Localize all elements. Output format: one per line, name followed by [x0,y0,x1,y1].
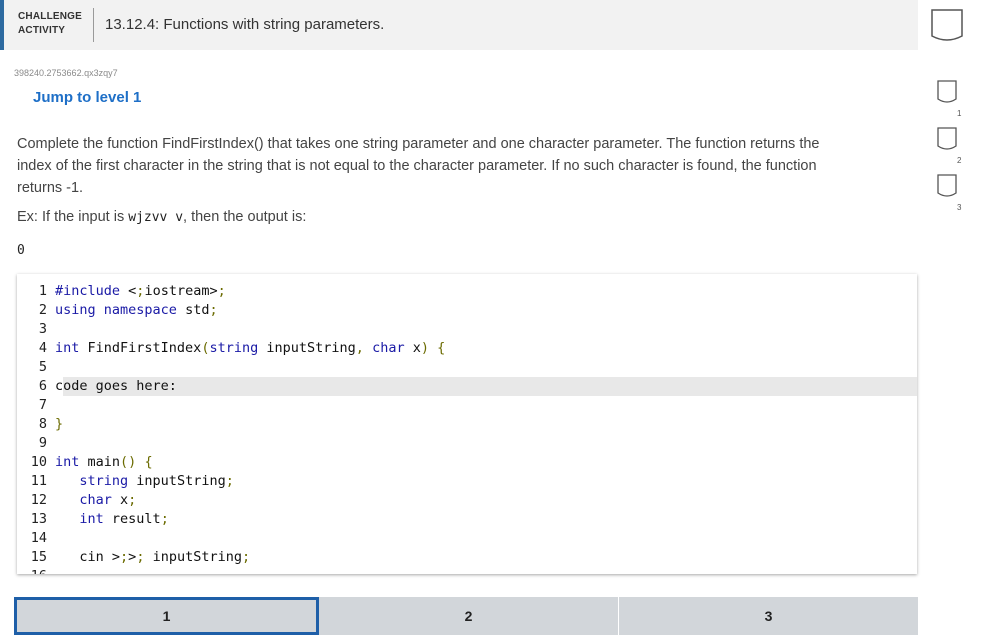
activity-type-label: CHALLENGE ACTIVITY [18,10,82,38]
code-text[interactable]: #include <;iostream>; [55,283,226,299]
side-level-1[interactable]: 1 [935,80,965,127]
code-text[interactable]: int result; [55,511,168,527]
line-number: 11 [30,473,47,489]
code-line[interactable]: 9 [17,434,917,453]
line-number: 1 [38,283,47,299]
side-level-number: 1 [957,109,962,118]
code-line[interactable]: 10 int main() { [17,453,917,472]
line-number: 6 [17,377,55,396]
level-tab-2[interactable]: 2 [319,597,619,635]
code-editor[interactable]: 1 #include <;iostream>; 2 using namespace s… [17,274,917,574]
line-number: 3 [38,321,47,337]
level-tab-1[interactable]: 1 [14,597,319,635]
code-line[interactable]: 7 [17,396,917,415]
code-line[interactable]: 13 int result; [17,510,917,529]
header-accent-bar [0,0,4,50]
side-level-2[interactable]: 2 [935,127,965,174]
activity-type-line1: CHALLENGE [18,11,83,22]
code-line[interactable]: 1 #include <;iostream>; [17,282,917,301]
level-badge-icon [937,174,957,197]
code-text[interactable]: int main() { [55,454,153,470]
side-level-number: 3 [957,203,962,212]
level-progress-bar: 123 [14,597,918,635]
code-text[interactable]: char x; [55,492,136,508]
jump-to-level-link[interactable]: Jump to level 1 [33,89,141,106]
line-number: 14 [30,530,47,546]
line-number: 13 [30,511,47,527]
code-line[interactable]: 8} [17,415,917,434]
code-line[interactable]: 12 char x; [17,491,917,510]
line-number: 10 [30,454,47,470]
level-sidebar: 1 2 3 [935,80,965,221]
line-number: 8 [38,416,47,432]
example-prefix: Ex: If the input is [17,209,129,225]
code-text[interactable]: int FindFirstIndex(string inputString, c… [55,340,445,356]
example-input: wjzvv v [128,210,184,225]
code-line[interactable]: 16 [17,567,917,574]
code-text[interactable]: cin >;>; inputString; [55,549,250,565]
line-number: 7 [38,397,47,413]
line-number: 5 [38,359,47,375]
example-output: 0 [17,243,25,258]
completion-badge-icon [931,9,963,41]
example-text: Ex: If the input is wjzvv v, then the ou… [17,209,306,225]
level-tab-3[interactable]: 3 [619,597,918,635]
code-line[interactable]: 6 code goes here: [17,377,917,396]
prompt-line-2: index of the first character in the stri… [17,158,817,174]
side-level-3[interactable]: 3 [935,174,965,221]
line-number: 4 [38,340,47,356]
code-text[interactable]: } [55,416,63,432]
code-line[interactable]: 14 [17,529,917,548]
line-number: 16 [17,567,55,574]
line-number: 9 [38,435,47,451]
example-suffix: , then the output is: [183,209,307,225]
line-number: 12 [30,492,47,508]
prompt-line-1: Complete the function FindFirstIndex() t… [17,136,820,152]
code-line[interactable]: 2 using namespace std; [17,301,917,320]
activity-type-line2: ACTIVITY [18,25,66,36]
activity-title: 13.12.4: Functions with string parameter… [105,16,385,33]
code-text[interactable]: string inputString; [55,473,233,489]
code-line[interactable]: 3 [17,320,917,339]
code-line[interactable]: 5 [17,358,917,377]
problem-statement: Complete the function FindFirstIndex() t… [17,133,897,199]
code-text[interactable]: code goes here: [55,378,177,394]
code-line[interactable]: 15 cin >;>; inputString; [17,548,917,567]
line-number: 2 [38,302,47,318]
instance-id: 398240.2753662.qx3zqy7 [14,68,118,78]
prompt-line-3: returns -1. [17,180,84,196]
activity-header: CHALLENGE ACTIVITY 13.12.4: Functions wi… [0,0,918,50]
code-line[interactable]: 4 int FindFirstIndex(string inputString, … [17,339,917,358]
code-text[interactable]: using namespace std; [55,302,218,318]
line-number: 15 [30,549,47,565]
level-badge-icon [937,127,957,150]
side-level-number: 2 [957,156,962,165]
level-badge-icon [937,80,957,103]
code-line[interactable]: 11 string inputString; [17,472,917,491]
header-divider [93,8,94,42]
